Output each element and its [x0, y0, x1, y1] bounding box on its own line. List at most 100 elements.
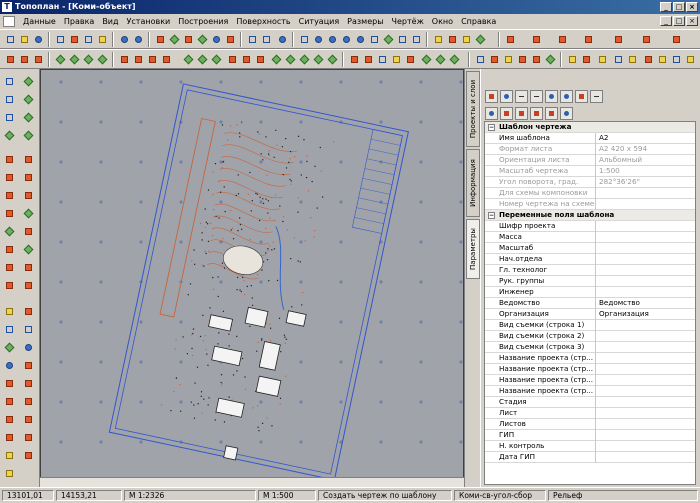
horizontal-scrollbar[interactable] — [40, 477, 464, 487]
text-icon[interactable] — [210, 33, 223, 46]
menu-data[interactable]: Данные — [19, 15, 60, 29]
array-icon[interactable] — [312, 53, 325, 66]
collapse-icon[interactable]: − — [488, 212, 495, 219]
paste-icon[interactable] — [96, 33, 109, 46]
sheet-icon[interactable] — [596, 53, 609, 66]
fillet-icon[interactable] — [240, 53, 253, 66]
draw-rect-icon[interactable] — [22, 171, 35, 184]
curb-icon[interactable] — [22, 261, 35, 274]
arc-icon[interactable] — [132, 53, 145, 66]
open-folder-icon[interactable] — [18, 33, 31, 46]
menu-construct[interactable]: Построения — [174, 15, 232, 29]
document-icon[interactable] — [3, 16, 15, 27]
scale-icon[interactable] — [298, 53, 311, 66]
property-row[interactable]: Вид съемки (строка 2) — [485, 331, 695, 342]
export-icon[interactable] — [670, 33, 683, 46]
volume-icon[interactable] — [640, 33, 653, 46]
draw-arc-icon[interactable] — [22, 153, 35, 166]
ditch-icon[interactable] — [3, 279, 16, 292]
property-row[interactable]: Ориентация листа Альбомный — [485, 155, 695, 166]
property-section[interactable]: − Шаблон чертежа — [485, 122, 695, 133]
dim-angle-icon[interactable] — [22, 395, 35, 408]
dim-radius-icon[interactable] — [3, 413, 16, 426]
property-row[interactable]: Шифр проекта — [485, 221, 695, 232]
dim-linear-icon[interactable] — [3, 395, 16, 408]
slope-draw-icon[interactable] — [3, 243, 16, 256]
property-row[interactable]: Инженер — [485, 287, 695, 298]
property-value[interactable]: Альбомный — [597, 155, 695, 165]
property-value[interactable]: Организация — [597, 309, 695, 319]
filter-icon[interactable] — [474, 33, 487, 46]
mdi-close-button[interactable]: × — [686, 16, 698, 26]
menu-edit[interactable]: Правка — [60, 15, 98, 29]
maximize-button[interactable]: □ — [673, 2, 685, 12]
move-target-icon[interactable] — [560, 89, 573, 103]
preview-icon[interactable] — [670, 53, 683, 66]
breakline-icon[interactable] — [22, 225, 35, 238]
trim-icon[interactable] — [210, 53, 223, 66]
flow-icon[interactable] — [22, 243, 35, 256]
property-row[interactable]: Вид съемки (строка 1) — [485, 320, 695, 331]
menu-settings[interactable]: Установки — [123, 15, 175, 29]
save-icon[interactable] — [32, 33, 45, 46]
property-row[interactable]: Листов — [485, 419, 695, 430]
tab-parameters[interactable]: Параметры — [466, 219, 480, 279]
property-row[interactable]: Стадия — [485, 397, 695, 408]
property-value[interactable]: А2 420 x 594 — [597, 144, 695, 154]
pipe-icon[interactable] — [516, 53, 529, 66]
dot-icon[interactable] — [32, 53, 45, 66]
area-object-icon[interactable] — [3, 323, 16, 336]
property-row[interactable]: Дата ГИП — [485, 452, 695, 463]
sign-icon[interactable] — [22, 359, 35, 372]
add-point-icon[interactable] — [530, 89, 543, 103]
triangulate-icon[interactable] — [3, 225, 16, 238]
grid-icon[interactable] — [410, 33, 423, 46]
menu-window[interactable]: Окно — [428, 15, 457, 29]
callout-icon[interactable] — [22, 431, 35, 444]
draw-poly-icon[interactable] — [3, 189, 16, 202]
tree-icon[interactable] — [448, 53, 461, 66]
select-icon[interactable] — [3, 75, 16, 88]
tag-icon[interactable] — [420, 53, 433, 66]
layout-icon[interactable] — [260, 33, 273, 46]
fit-icon[interactable] — [382, 33, 395, 46]
cut-icon[interactable] — [68, 33, 81, 46]
node-icon[interactable] — [168, 33, 181, 46]
linear-object-icon[interactable] — [22, 323, 35, 336]
point-icon[interactable] — [4, 53, 17, 66]
property-row[interactable]: Для схемы компоновки — [485, 188, 695, 199]
collapse-icon[interactable]: − — [488, 124, 495, 131]
align-icon[interactable] — [326, 53, 339, 66]
extend-icon[interactable] — [226, 53, 239, 66]
menu-view[interactable]: Вид — [98, 15, 122, 29]
zoom-in-icon[interactable] — [312, 33, 325, 46]
line-icon[interactable] — [182, 33, 195, 46]
draw-spline-icon[interactable] — [22, 189, 35, 202]
move-icon[interactable] — [3, 129, 16, 142]
dim-chain-icon[interactable] — [22, 413, 35, 426]
select-layer-icon[interactable] — [22, 93, 35, 106]
menu-situation[interactable]: Ситуация — [295, 15, 344, 29]
offset-icon[interactable] — [160, 53, 173, 66]
menu-surface[interactable]: Поверхность — [232, 15, 294, 29]
style-icon[interactable] — [22, 377, 35, 390]
zoom-out-icon[interactable] — [326, 33, 339, 46]
draw-line-icon[interactable] — [3, 153, 16, 166]
object-icon[interactable] — [3, 305, 16, 318]
measure-icon[interactable] — [446, 33, 459, 46]
building-icon[interactable] — [474, 53, 487, 66]
snap-target-icon[interactable] — [575, 89, 588, 103]
node-split-icon[interactable] — [96, 53, 109, 66]
delete-icon[interactable] — [224, 33, 237, 46]
tab-information[interactable]: Информация — [466, 149, 480, 217]
profile-icon[interactable] — [504, 33, 517, 46]
label-icon[interactable] — [404, 53, 417, 66]
section-icon[interactable] — [530, 33, 543, 46]
height-point-icon[interactable] — [22, 207, 35, 220]
property-row[interactable]: Название проекта (стр... — [485, 386, 695, 397]
info-icon[interactable] — [276, 33, 289, 46]
remove-node-icon[interactable] — [545, 106, 558, 120]
close-panel-icon[interactable] — [590, 89, 603, 103]
menu-help[interactable]: Справка — [457, 15, 500, 29]
property-row[interactable]: Организация Организация — [485, 309, 695, 320]
